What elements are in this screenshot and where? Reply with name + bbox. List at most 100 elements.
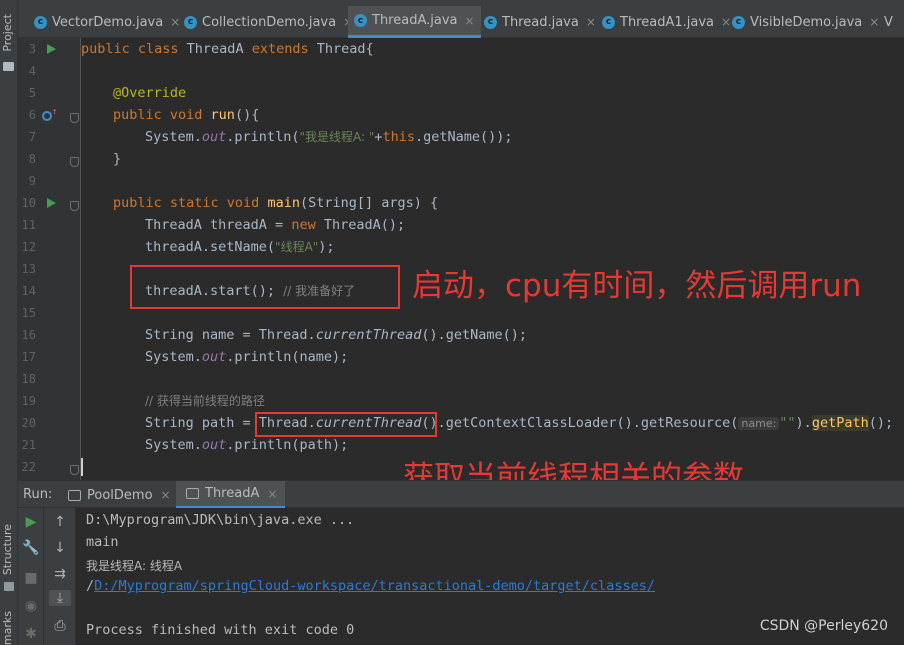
fold-icon[interactable] [70, 201, 79, 211]
code-editor[interactable]: 3 4 5 6 7 8 9 10 11 12 13 14 15 16 17 18… [18, 38, 904, 480]
scroll-to-end-icon[interactable]: ⤓ [49, 590, 71, 606]
tab-label: VectorDemo.java [52, 14, 164, 30]
close-icon[interactable]: × [267, 487, 277, 501]
tab-thread[interactable]: c Thread.java × [484, 6, 596, 38]
stop-icon[interactable]: ■ [20, 570, 42, 586]
scroll-down-icon[interactable]: ↓ [49, 540, 71, 556]
run-tab-threada[interactable]: ThreadA × [176, 481, 286, 509]
line-number: 3 [28, 42, 36, 56]
line-number: 14 [21, 284, 36, 298]
editor-tab-bar: c VectorDemo.java × c CollectionDemo.jav… [18, 6, 904, 38]
console-path-link[interactable]: D:/Myprogram/springCloud-workspace/trans… [94, 578, 655, 594]
line-number: 18 [21, 372, 36, 386]
line-number: 12 [21, 240, 36, 254]
close-icon[interactable]: × [869, 15, 879, 29]
settings-icon[interactable]: ✱ [20, 626, 42, 642]
tab-overflow[interactable]: V [884, 6, 893, 38]
line-number: 6 [28, 108, 36, 122]
code-line: System.out.println(path); [81, 434, 348, 456]
code-token: ThreadA [186, 41, 252, 57]
tab-threada[interactable]: c ThreadA.java × [348, 6, 481, 38]
code-line: System.out.println("我是线程A: "+this.getNam… [81, 126, 513, 148]
print-icon[interactable]: ⎙ [49, 618, 71, 634]
text-caret [81, 458, 83, 476]
code-token: (); [868, 415, 894, 431]
line-number: 17 [21, 350, 36, 364]
run-panel-header: Run: PoolDemo × ThreadA × [18, 480, 904, 509]
code-token: "我是线程A: " [299, 130, 375, 144]
run-toolbar-primary: ▶ 🔧 ■ ◉ ✱ [18, 508, 44, 645]
run-class-icon[interactable] [47, 44, 56, 54]
close-icon[interactable]: × [170, 15, 180, 29]
code-line: @Override [81, 82, 186, 104]
tab-label: ThreadA1.java [620, 14, 714, 30]
code-token: String name = Thread. [145, 327, 316, 343]
editor-gutter: 3 4 5 6 7 8 9 10 11 12 13 14 15 16 17 18… [18, 38, 81, 480]
code-token: System. [145, 129, 202, 145]
code-token: .println(path); [226, 437, 349, 453]
fold-icon[interactable] [70, 113, 79, 123]
tab-threada1[interactable]: c ThreadA1.java × [602, 6, 731, 38]
bookmarks-tool-button[interactable]: marks [1, 611, 14, 645]
run-tab-pooldemo[interactable]: PoolDemo × [68, 481, 171, 509]
code-line: String path = Thread.currentThread().get… [81, 412, 893, 434]
soft-wrap-icon[interactable]: ⇉ [49, 566, 71, 582]
close-icon[interactable]: × [586, 15, 596, 29]
code-token: public void [113, 107, 211, 123]
code-token: } [113, 151, 122, 167]
console-line: main [86, 534, 119, 550]
code-line: public class ThreadA extends Thread{ [81, 38, 374, 60]
line-number: 16 [21, 328, 36, 342]
code-token: .println( [226, 129, 300, 145]
code-line: } [81, 148, 121, 170]
console-line: Process finished with exit code 0 [86, 622, 355, 638]
code-token: .println(name); [226, 349, 349, 365]
run-tab-label: PoolDemo [87, 487, 153, 503]
fold-icon[interactable] [70, 465, 79, 475]
structure-icon[interactable] [4, 582, 14, 591]
close-icon[interactable]: × [721, 15, 731, 29]
folder-icon[interactable] [3, 62, 14, 71]
wrench-icon[interactable]: 🔧 [20, 540, 42, 556]
run-main-icon[interactable] [47, 198, 56, 208]
tool-strip-bottom: Structure marks [0, 480, 18, 645]
annotation-box-start [130, 265, 400, 309]
tab-vectordemo[interactable]: c VectorDemo.java × [34, 6, 180, 38]
code-token: String path = [145, 415, 259, 431]
fold-icon[interactable] [70, 157, 79, 167]
class-icon: c [34, 15, 47, 29]
line-number: 4 [28, 64, 36, 78]
tab-label: VisibleDemo.java [750, 14, 863, 30]
project-tool-button[interactable]: Project [1, 14, 14, 52]
code-line: System.out.println(name); [81, 346, 348, 368]
up-arrow-icon: ↑ [52, 107, 58, 117]
line-number: 11 [21, 218, 36, 232]
code-token: currentThread [315, 327, 422, 343]
code-token: @Override [113, 85, 187, 101]
camera-icon[interactable]: ◉ [20, 598, 42, 614]
structure-tool-button[interactable]: Structure [1, 524, 14, 575]
class-icon: c [184, 15, 197, 29]
project-tool-strip: Project [0, 0, 18, 480]
override-method-icon[interactable] [42, 111, 52, 121]
close-icon[interactable]: × [465, 14, 475, 28]
line-number: 8 [28, 152, 36, 166]
scroll-up-icon[interactable]: ↑ [49, 514, 71, 530]
code-token: out [201, 349, 227, 365]
class-icon: c [602, 15, 615, 29]
code-line: // 获得当前线程的路径 [81, 390, 265, 412]
tab-collectiondemo[interactable]: c CollectionDemo.java × [184, 6, 353, 38]
line-number: 7 [28, 130, 36, 144]
close-icon[interactable]: × [161, 488, 171, 502]
rerun-icon[interactable]: ▶ [20, 514, 42, 530]
line-number: 10 [21, 196, 36, 210]
code-token: "线程A" [275, 240, 319, 254]
code-token: ().getName(); [421, 327, 528, 343]
line-number: 22 [21, 460, 36, 474]
code-token: Thread{ [316, 41, 374, 57]
code-token: ThreadA(); [323, 217, 406, 233]
line-number: 15 [21, 306, 36, 320]
tab-visibledemo[interactable]: c VisibleDemo.java × [732, 6, 879, 38]
tab-label: CollectionDemo.java [202, 14, 337, 30]
code-token: ). [795, 415, 812, 431]
